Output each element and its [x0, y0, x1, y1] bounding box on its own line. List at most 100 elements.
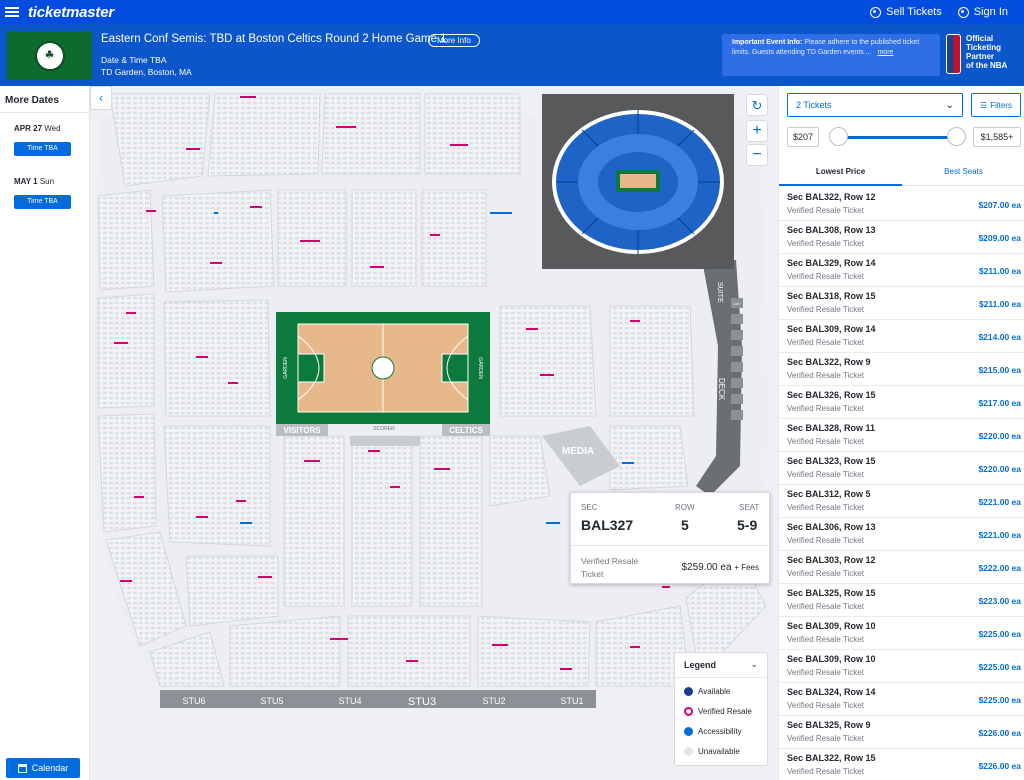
legend-label: Unavailable: [698, 747, 740, 756]
stu-label[interactable]: STU1: [560, 696, 583, 706]
listing-row[interactable]: Sec BAL329, Row 14 Verified Resale Ticket…: [779, 254, 1024, 287]
listing-section: Sec BAL318, Row 15: [787, 291, 876, 301]
listing-row[interactable]: Sec BAL328, Row 11 Verified Resale Ticket…: [779, 419, 1024, 452]
listing-type: Verified Resale Ticket: [787, 239, 864, 248]
resale-dot-icon: [684, 707, 693, 716]
sec-label: SEC: [581, 503, 598, 512]
listing-type: Verified Resale Ticket: [787, 272, 864, 281]
listing-row[interactable]: Sec BAL312, Row 5 Verified Resale Ticket $…: [779, 485, 1024, 518]
event-header: ☘ Eastern Conf Semis: TBD at Boston Celt…: [0, 24, 1024, 86]
tab-best-seats[interactable]: Best Seats: [902, 160, 1024, 186]
visitors-label: VISITORS: [283, 426, 321, 435]
listing-row[interactable]: Sec BAL306, Row 13 Verified Resale Ticket…: [779, 518, 1024, 551]
nba-logo-icon: [946, 34, 961, 74]
reset-map-button[interactable]: ↻: [746, 94, 768, 116]
listing-section: Sec BAL329, Row 14: [787, 258, 876, 268]
sell-tickets-link[interactable]: Sell Tickets: [870, 6, 942, 18]
listing-row[interactable]: Sec BAL309, Row 14 Verified Resale Ticket…: [779, 320, 1024, 353]
listing-section: Sec BAL325, Row 9: [787, 720, 871, 730]
time-tba-button[interactable]: Time TBA: [14, 142, 71, 156]
nba-partner: Official Ticketing Partner of the NBA: [946, 34, 1018, 78]
price-min-input[interactable]: $207: [787, 127, 819, 147]
stu-label[interactable]: STU5: [260, 696, 283, 706]
more-dates-heading: More Dates: [5, 95, 59, 106]
celtics-logo-icon: ☘: [34, 40, 65, 71]
chevron-down-icon: ⌄: [945, 99, 954, 111]
nba-partner-text: Official Ticketing Partner of the NBA: [966, 34, 1007, 78]
top-nav: ticketmaster Sell Tickets Sign In: [0, 0, 1024, 24]
price-slider-max-handle[interactable]: [947, 127, 966, 146]
listing-type: Verified Resale Ticket: [787, 602, 864, 611]
listing-row[interactable]: Sec BAL303, Row 12 Verified Resale Ticket…: [779, 551, 1024, 584]
more-dates-sidebar: More Dates APR 27 Wed Time TBA MAY 1 Sun…: [0, 86, 90, 780]
listing-row[interactable]: Sec BAL326, Row 15 Verified Resale Ticket…: [779, 386, 1024, 419]
listings-panel: 2 Tickets ⌄ ☰ Filters $207 $1,585+ Lowes…: [778, 86, 1024, 780]
ticket-quantity-select[interactable]: 2 Tickets ⌄: [787, 93, 963, 117]
legend-label: Available: [698, 687, 731, 696]
listing-type: Verified Resale Ticket: [787, 536, 864, 545]
date-item[interactable]: APR 27 Wed: [14, 124, 61, 133]
sign-in-link[interactable]: Sign In: [957, 6, 1008, 18]
listing-section: Sec BAL308, Row 13: [787, 225, 876, 235]
listing-row[interactable]: Sec BAL324, Row 14 Verified Resale Ticket…: [779, 683, 1024, 716]
sec-value: BAL327: [581, 517, 634, 533]
zoom-out-button[interactable]: −: [746, 144, 768, 166]
listing-row[interactable]: Sec BAL308, Row 13 Verified Resale Ticket…: [779, 221, 1024, 254]
event-notice: Important Event Info: Please adhere to t…: [722, 34, 940, 76]
date-item[interactable]: MAY 1 Sun: [14, 177, 54, 186]
listing-row[interactable]: Sec BAL322, Row 9 Verified Resale Ticket $…: [779, 353, 1024, 386]
notice-more-link[interactable]: more: [878, 49, 894, 56]
map-legend[interactable]: Legend ⌄ Available Verified Resale Acces…: [674, 652, 769, 766]
stu-label[interactable]: STU6: [182, 696, 205, 706]
menu-icon[interactable]: [5, 7, 19, 17]
seat-map[interactable]: GARDEN GARDEN VISITORS SCORER CELTICS ME…: [90, 86, 778, 780]
collapse-sidebar-button[interactable]: ‹: [90, 86, 112, 110]
listing-row[interactable]: Sec BAL309, Row 10 Verified Resale Ticket…: [779, 617, 1024, 650]
listing-section: Sec BAL312, Row 5: [787, 489, 871, 499]
price-max-input[interactable]: $1,585+: [973, 127, 1021, 147]
listing-row[interactable]: Sec BAL309, Row 10 Verified Resale Ticket…: [779, 650, 1024, 683]
listing-type: Verified Resale Ticket: [787, 767, 864, 776]
listing-row[interactable]: Sec BAL325, Row 15 Verified Resale Ticket…: [779, 584, 1024, 617]
event-venue: TD Garden, Boston, MA: [101, 67, 192, 77]
listing-section: Sec BAL322, Row 12: [787, 192, 876, 202]
listing-price: $214.00 ea: [978, 332, 1021, 342]
listing-row[interactable]: Sec BAL318, Row 15 Verified Resale Ticket…: [779, 287, 1024, 320]
listing-price: $223.00 ea: [978, 596, 1021, 606]
listing-section: Sec BAL309, Row 10: [787, 621, 876, 631]
arena-overview-minimap[interactable]: [542, 94, 734, 269]
partner-line: Ticketing: [966, 43, 1001, 52]
listing-price: $222.00 ea: [978, 563, 1021, 573]
listing-price: $211.00 ea: [978, 299, 1021, 309]
ticketmaster-logo[interactable]: ticketmaster: [28, 4, 114, 21]
user-icon: [957, 6, 969, 18]
zoom-in-button[interactable]: +: [746, 120, 768, 142]
stu-label[interactable]: STU3: [408, 696, 436, 708]
divider: [0, 112, 90, 113]
more-info-button[interactable]: More Info: [428, 34, 480, 47]
price-slider-track[interactable]: [839, 136, 957, 139]
partner-line: of the NBA: [966, 61, 1008, 70]
legend-label: Accessibility: [698, 727, 742, 736]
day-label: Sun: [39, 177, 55, 186]
listing-price: $220.00 ea: [978, 464, 1021, 474]
listing-row[interactable]: Sec BAL322, Row 15 Verified Resale Ticket…: [779, 749, 1024, 780]
tab-lowest-price[interactable]: Lowest Price: [779, 160, 902, 186]
time-tba-button[interactable]: Time TBA: [14, 195, 71, 209]
divider: [571, 545, 771, 546]
listing-row[interactable]: Sec BAL323, Row 15 Verified Resale Ticket…: [779, 452, 1024, 485]
chevron-down-icon[interactable]: ⌄: [750, 659, 758, 670]
legend-item-available: Available: [684, 687, 730, 696]
sell-icon: [870, 6, 882, 18]
filters-button[interactable]: ☰ Filters: [971, 93, 1021, 117]
listing-row[interactable]: Sec BAL322, Row 12 Verified Resale Ticket…: [779, 188, 1024, 221]
stu-label[interactable]: STU2: [482, 696, 505, 706]
stu-label[interactable]: STU4: [338, 696, 361, 706]
price-slider-min-handle[interactable]: [829, 127, 848, 146]
stu-sections[interactable]: STU6 STU5 STU4 STU3 STU2 STU1: [160, 690, 596, 708]
calendar-button[interactable]: Calendar: [6, 758, 80, 778]
partner-line: Official: [966, 34, 994, 43]
calendar-icon: [17, 763, 27, 773]
listing-price: $215.00 ea: [978, 365, 1021, 375]
listing-row[interactable]: Sec BAL325, Row 9 Verified Resale Ticket $…: [779, 716, 1024, 749]
